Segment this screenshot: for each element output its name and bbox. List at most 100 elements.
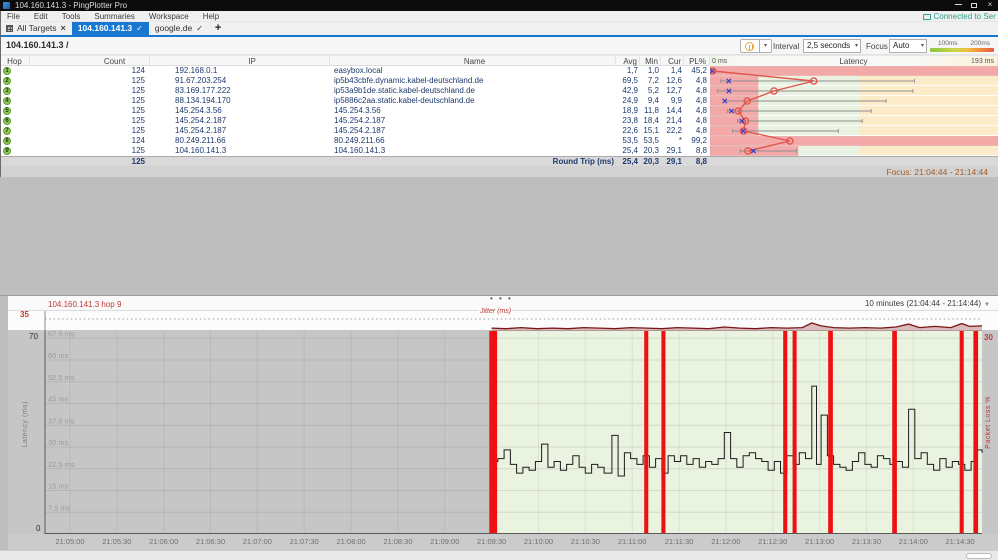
server-status[interactable]: Connected to Ser — [922, 11, 998, 22]
timeline-range-selector[interactable]: 10 minutes (21:04:44 - 21:14:44) ▼ — [865, 299, 990, 308]
chevron-down-icon: ▾ — [854, 43, 858, 49]
cell-name: 80.249.211.66 — [334, 136, 385, 145]
cell-avg: 69,5 — [622, 76, 638, 85]
time-tick: 21:14:30 — [945, 537, 975, 546]
cell-ip: 145.254.3.56 — [175, 106, 222, 115]
window-title: 104.160.141.3 - PingPlotter Pro — [15, 1, 128, 10]
table-row-hop-5[interactable]: 5 125 145.254.3.56 145.254.3.56 18,9 11,8 14,4… — [0, 106, 998, 116]
cell-count: 124 — [131, 66, 145, 75]
focus-label: Focus — [866, 42, 888, 51]
timeline-latency-chart[interactable]: 67,5 ms 60 ms 52,5 ms 45 ms 37,5 ms 30 ms 22,5… — [0, 331, 998, 534]
timeline-trace-label: 104.160.141.3 hop 9 — [48, 300, 122, 309]
cell-count: 124 — [131, 136, 145, 145]
svg-text:22,5 ms: 22,5 ms — [48, 460, 75, 469]
close-tab-icon[interactable]: × — [61, 23, 66, 33]
table-row-hop-3[interactable]: 3 125 83.169.177.222 ip53a9b1de.static.kabe… — [0, 86, 998, 96]
tab-label: google.de — [154, 23, 193, 33]
menu-workspace[interactable]: Workspace — [142, 11, 196, 22]
time-tick: 21:12:00 — [711, 537, 741, 546]
jitter-strip: Jitter (ms) — [8, 308, 998, 331]
table-row-hop-1[interactable]: 1 124 192.168.0.1 easybox.local 1,7 1,0 1,4 45,… — [0, 66, 998, 76]
cell-min: 20,3 — [643, 146, 659, 155]
time-axis: 21:05:00 21:05:30 21:06:00 21:06:30 21:07:00… — [8, 534, 998, 550]
svg-text:67,5 ms: 67,5 ms — [48, 331, 75, 338]
tab-all-targets[interactable]: All Targets × — [0, 22, 72, 35]
scrollbar-thumb[interactable] — [966, 553, 992, 559]
hop-number-badge: 5 — [3, 107, 11, 115]
trace-table-header: Hop Count IP Name Avg Min Cur PL% 0 ms Latency 193… — [0, 55, 998, 67]
focus-bar: Focus: 21:04:44 - 21:14:44 — [0, 166, 998, 177]
cell-ip: 80.249.211.66 — [175, 136, 226, 145]
cell-min: 7,2 — [647, 76, 659, 85]
tab-104-160-141-3[interactable]: 104.160.141.3 ✓ — [71, 22, 149, 35]
cell-latency-graph — [710, 76, 998, 86]
time-tick: 21:10:00 — [523, 537, 554, 546]
cell-min: 5,2 — [647, 86, 659, 95]
loss-axis-title: Packet Loss % — [985, 396, 992, 449]
grid-icon — [6, 25, 13, 32]
cell-cur: 22,2 — [666, 126, 682, 135]
cell-avg: 53,5 — [622, 136, 638, 145]
cell-name: 145.254.3.56 — [334, 106, 381, 115]
cell-name: ip5b43cbfe.dynamic.kabel-deutschland.de — [334, 76, 484, 85]
cell-latency-graph — [710, 106, 998, 116]
tab-google-de[interactable]: google.de ✓ — [149, 22, 209, 35]
menu-edit[interactable]: Edit — [27, 11, 55, 22]
cell-name: 104.160.141.3 — [334, 146, 386, 155]
svg-text:15 ms: 15 ms — [48, 482, 69, 491]
interval-label: Interval — [773, 42, 800, 51]
hop-number-badge: 1 — [3, 67, 11, 75]
cell-cur: 1,4 — [670, 66, 682, 75]
menu-file[interactable]: File — [0, 11, 27, 22]
hop-number-badge: 7 — [3, 127, 11, 135]
cell-pl: 45,2 — [691, 66, 707, 75]
latency-axis-max: 70 — [29, 332, 38, 341]
cell-name: easybox.local — [334, 66, 383, 75]
chevron-down-icon: ▼ — [984, 302, 990, 308]
table-row-hop-8[interactable]: 8 124 80.249.211.66 80.249.211.66 53,5 53,5 * 9… — [0, 136, 998, 146]
server-icon — [922, 13, 931, 20]
cell-count: 125 — [131, 126, 145, 135]
cell-avg: 25,4 — [622, 146, 638, 155]
cell-latency-graph — [710, 96, 998, 106]
cell-pl: 4,8 — [695, 96, 707, 105]
cell-cur: 12,6 — [666, 76, 682, 85]
maximize-button[interactable] — [966, 0, 982, 11]
cell-latency-graph — [710, 86, 998, 96]
new-tab-button[interactable]: + — [209, 22, 227, 35]
cell-min: 1,0 — [647, 66, 659, 75]
menu-help[interactable]: Help — [196, 11, 226, 22]
cell-avg: 22,6 — [622, 126, 638, 135]
cell-cur: 14,4 — [666, 106, 682, 115]
cell-count: 125 — [131, 96, 145, 105]
close-button[interactable]: × — [982, 0, 998, 11]
pause-dropdown[interactable]: ▾ — [760, 39, 772, 53]
cell-pl: 4,8 — [695, 106, 707, 115]
table-row-hop-2[interactable]: 2 125 91.67.203.254 ip5b43cbfe.dynamic.kabe… — [0, 76, 998, 86]
latency-axis-title: Latency (ms) — [22, 401, 29, 448]
title-bar: 104.160.141.3 - PingPlotter Pro × — [0, 0, 998, 11]
cell-latency-graph — [710, 116, 998, 126]
cell-pl: 4,8 — [695, 76, 707, 85]
cell-cur: 29,1 — [666, 146, 682, 155]
splitter-handle[interactable]: • • • — [490, 294, 513, 303]
focus-select[interactable]: Auto ▾ — [889, 39, 927, 53]
time-tick: 21:06:30 — [195, 537, 226, 546]
menu-summaries[interactable]: Summaries — [87, 11, 141, 22]
table-row-hop-7[interactable]: 7 125 145.254.2.187 145.254.2.187 22,6 15,1 22… — [0, 126, 998, 136]
minimize-button[interactable] — [950, 0, 966, 11]
pause-button[interactable] — [740, 39, 760, 53]
cell-pl: 4,8 — [695, 116, 707, 125]
table-row-hop-9[interactable]: 9 125 104.160.141.3 104.160.141.3 25,4 20,3 29… — [0, 146, 998, 156]
interval-select[interactable]: 2,5 seconds ▾ — [803, 39, 861, 53]
chevron-down-icon: ▾ — [920, 43, 924, 49]
cell-ip: 104.160.141.3 — [175, 146, 227, 155]
cell-cur: 12,7 — [666, 86, 682, 95]
time-tick: 21:07:30 — [289, 537, 319, 546]
menu-tools[interactable]: Tools — [55, 11, 88, 22]
svg-text:60 ms: 60 ms — [48, 351, 69, 360]
table-row-hop-6[interactable]: 6 125 145.254.2.187 145.254.2.187 23,8 18,4 21… — [0, 116, 998, 126]
time-tick: 21:10:30 — [570, 537, 600, 546]
table-row-hop-4[interactable]: 4 125 88.134.194.170 ip5886c2aa.static.kabe… — [0, 96, 998, 106]
time-tick: 21:09:00 — [430, 537, 460, 546]
